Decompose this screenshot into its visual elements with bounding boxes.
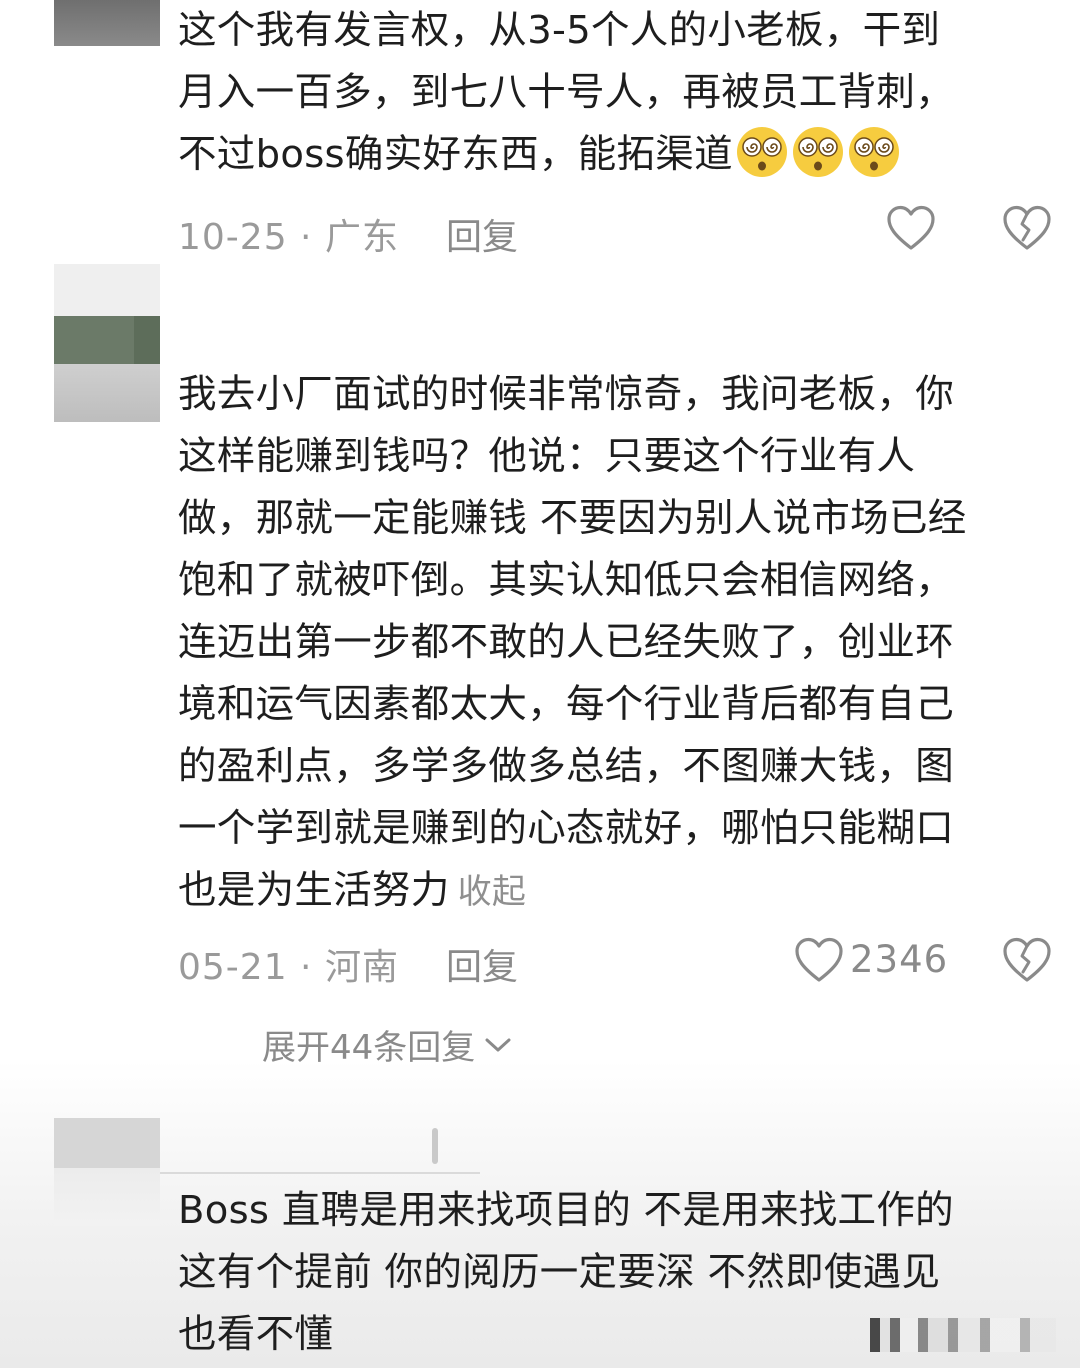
reply-button[interactable]: 回复 <box>446 208 518 260</box>
comment-line: 我去小厂面试的时候非常惊奇，我问老板，你 <box>178 372 955 417</box>
comment-line: 做，那就一定能赚钱 不要因为别人说市场已经 <box>178 496 967 541</box>
comment-line: 饱和了就被吓倒。其实认知低只会相信网络， <box>178 558 955 603</box>
heart-outline-icon[interactable] <box>886 204 936 252</box>
comment-line: 也是为生活努力 收起 <box>178 860 1058 923</box>
dizzy-face-emoji <box>736 127 787 177</box>
broken-heart-icon[interactable] <box>1002 936 1052 984</box>
comment-line-text: 也是为生活努力 <box>178 868 450 913</box>
collapse-button[interactable]: 收起 <box>458 872 527 912</box>
comment-body: 这个我有发言权，从3-5个人的小老板，干到 月入一百多，到七八十号人，再被员工背… <box>178 0 1058 186</box>
date-location: 10-25 · 广东 <box>178 217 399 258</box>
comment-line: 这有个提前 你的阅历一定要深 不然即使遇见 <box>178 1250 941 1295</box>
like-count: 2346 <box>850 938 949 981</box>
comment-line-text: 不过boss确实好东西，能拓渠道 <box>178 132 733 177</box>
avatar[interactable] <box>54 264 160 422</box>
divider <box>160 1172 480 1174</box>
date-location: 05-21 · 河南 <box>178 947 399 988</box>
dizzy-face-emoji <box>848 127 899 177</box>
chevron-down-icon <box>485 1038 511 1051</box>
comment-line: Boss 直聘是用来找项目的 不是用来找工作的 <box>178 1188 954 1233</box>
comment-line: 不过boss确实好东西，能拓渠道 <box>178 124 1058 186</box>
divider <box>432 1128 438 1164</box>
comment-line: 的盈利点，多学多做多总结，不图赚大钱，图 <box>178 744 955 789</box>
avatar[interactable] <box>54 1118 160 1226</box>
comment-meta: 10-25 · 广东 回复 <box>178 200 1058 262</box>
comment-line: 这样能赚到钱吗？他说：只要这个行业有人 <box>178 434 916 479</box>
comment-line: 一个学到就是赚到的心态就好，哪怕只能糊口 <box>178 806 955 851</box>
heart-outline-icon[interactable] <box>794 936 844 984</box>
comment-body: 我去小厂面试的时候非常惊奇，我问老板，你 这样能赚到钱吗？他说：只要这个行业有人… <box>178 364 1058 923</box>
broken-heart-icon[interactable] <box>1002 204 1052 252</box>
comment-line: 月入一百多，到七八十号人，再被员工背刺， <box>178 70 955 115</box>
comment-meta: 05-21 · 河南 回复 2346 <box>178 930 1058 992</box>
avatar[interactable] <box>54 0 160 46</box>
comment-line: 境和运气因素都太大，每个行业背后都有自己 <box>178 682 955 727</box>
expand-replies-button[interactable]: 展开44条回复 <box>262 1020 513 1069</box>
expand-replies-label: 展开44条回复 <box>262 1028 476 1068</box>
comment-line: 这个我有发言权，从3-5个人的小老板，干到 <box>178 8 941 53</box>
watermark <box>870 1318 1056 1352</box>
dizzy-face-emoji <box>792 127 843 177</box>
reply-button[interactable]: 回复 <box>446 938 518 990</box>
comment-feed: 这个我有发言权，从3-5个人的小老板，干到 月入一百多，到七八十号人，再被员工背… <box>0 0 1080 1368</box>
comment-line: 连迈出第一步都不敢的人已经失败了，创业环 <box>178 620 955 665</box>
